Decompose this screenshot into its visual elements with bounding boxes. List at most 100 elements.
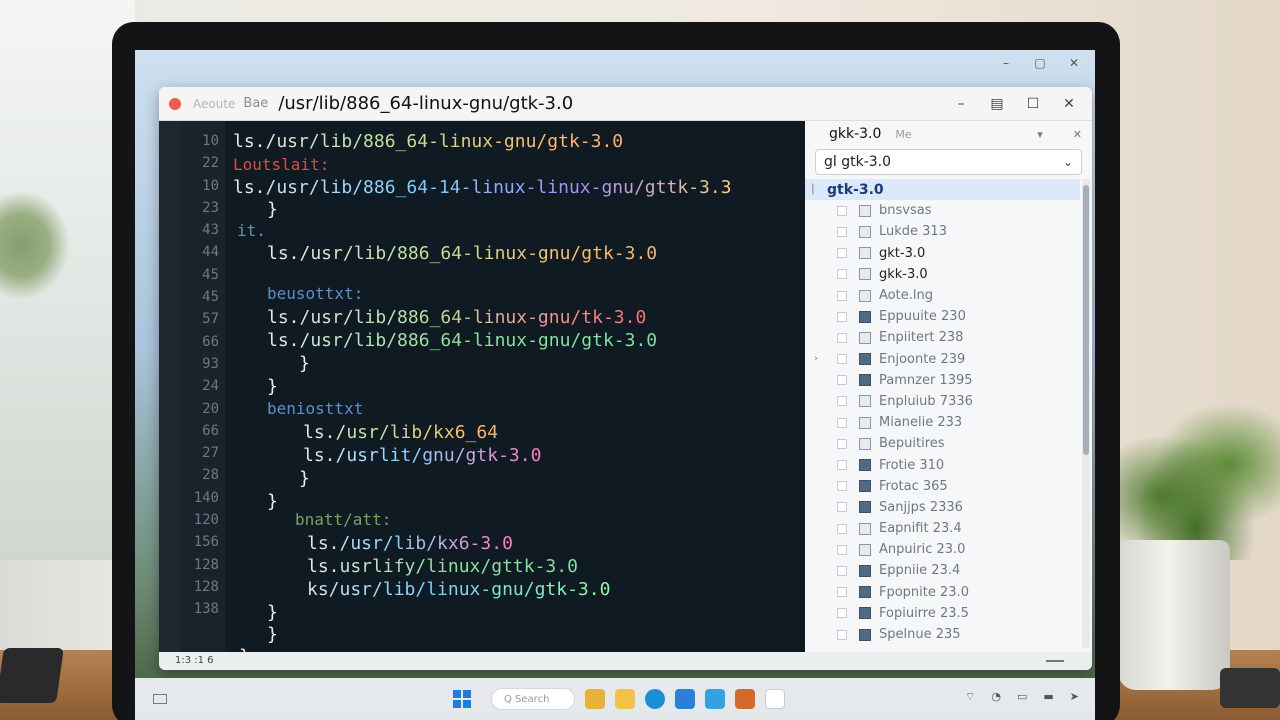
tree-checkbox[interactable]: [837, 608, 847, 619]
tree-checkbox[interactable]: [837, 396, 847, 407]
code-line[interactable]: }: [299, 353, 310, 374]
tree-checkbox[interactable]: [837, 460, 847, 471]
tree-item[interactable]: Lukde 313: [805, 221, 1080, 242]
code-line[interactable]: ks/usr/lib/linux-gnu/gtk-3.0: [307, 579, 610, 600]
panel-close-icon[interactable]: ✕: [1073, 128, 1082, 141]
tree-item[interactable]: Pamnzer 1395: [805, 370, 1080, 391]
code-line[interactable]: }: [267, 199, 278, 220]
code-line[interactable]: ls./usr/lib/886_64-linux-gnu/gtk-3.0: [267, 243, 657, 264]
code-line[interactable]: ls./usr/lib/886_64-linux-gnu/gtk-3.0: [267, 330, 657, 351]
tree-checkbox[interactable]: [837, 544, 847, 555]
tree-item[interactable]: Anpuiric 23.0: [805, 539, 1080, 560]
tree-checkbox[interactable]: [837, 248, 847, 259]
tree-item[interactable]: gkk-3.0: [805, 264, 1080, 285]
panel-scrollbar[interactable]: [1082, 179, 1090, 648]
maximize-button[interactable]: ☐: [1022, 93, 1044, 115]
tree-item[interactable]: Eppuuite 230: [805, 306, 1080, 327]
taskbar-search[interactable]: Q Search: [491, 688, 575, 710]
tree-item[interactable]: Sanjjps 2336: [805, 497, 1080, 518]
tree-item[interactable]: Enpiitert 238: [805, 327, 1080, 348]
mail-icon[interactable]: [705, 689, 725, 709]
tree-item[interactable]: Aote.lng: [805, 285, 1080, 306]
tree-checkbox[interactable]: [837, 354, 847, 365]
folder-icon[interactable]: [615, 689, 635, 709]
tree-checkbox[interactable]: [837, 502, 847, 513]
terminal-app-icon[interactable]: [735, 689, 755, 709]
code-line[interactable]: beusottxt:: [267, 284, 363, 303]
tree-checkbox[interactable]: [837, 438, 847, 449]
path-select[interactable]: gl gtk-3.0 ⌄: [815, 149, 1082, 175]
tree-item[interactable]: Bepuitires: [805, 433, 1080, 454]
code-line[interactable]: }: [299, 468, 310, 489]
minimize-icon[interactable]: –: [999, 56, 1013, 70]
tree-item[interactable]: Mianelie 233: [805, 412, 1080, 433]
code-line[interactable]: beniosttxt: [267, 399, 363, 418]
tree-item[interactable]: gkt-3.0: [805, 243, 1080, 264]
code-line[interactable]: ls./usr/lib/886_64-linux-gnu/gtk-3.0: [233, 131, 623, 152]
file-explorer-icon[interactable]: [585, 689, 605, 709]
tree-checkbox[interactable]: [837, 587, 847, 598]
code-area[interactable]: ls./usr/lib/886_64-linux-gnu/gtk-3.0 Lout…: [225, 121, 805, 670]
tree-checkbox[interactable]: [837, 481, 847, 492]
battery-icon[interactable]: ▭: [1017, 690, 1027, 704]
snap-button[interactable]: ▤: [986, 93, 1008, 115]
start-icon[interactable]: [453, 690, 471, 708]
code-line[interactable]: Loutslait:: [233, 155, 329, 174]
code-editor[interactable]: 10 22 10 23 43 44 45 45 57 66 93 24 20 66 27 28 140 120 15…: [159, 121, 805, 670]
tree-item-selected[interactable]: ▏ gtk-3.0: [805, 179, 1080, 201]
tree-item[interactable]: › Enjoonte 239: [805, 349, 1080, 370]
code-line[interactable]: ls./usr/lib/886_64-14-linux-linux-gnu/gt…: [233, 177, 732, 198]
file-icon: [859, 310, 871, 323]
settings-icon[interactable]: [765, 689, 785, 709]
tree-expander-icon[interactable]: ›: [805, 354, 827, 364]
code-line[interactable]: }: [267, 491, 278, 512]
tree-item[interactable]: Fopiuirre 23.5: [805, 603, 1080, 624]
close-dot-icon[interactable]: [169, 97, 181, 110]
tree-item[interactable]: Eapnifit 23.4: [805, 518, 1080, 539]
code-line[interactable]: }: [267, 624, 278, 645]
notification-icon[interactable]: ➤: [1070, 690, 1079, 704]
scroll-thumb[interactable]: [1083, 185, 1089, 455]
code-line[interactable]: }: [267, 376, 278, 397]
widgets-icon[interactable]: [153, 694, 167, 704]
wifi-icon[interactable]: ⌔: [965, 690, 975, 704]
tree-item[interactable]: Frotie 310: [805, 454, 1080, 475]
tree-checkbox[interactable]: [837, 226, 847, 237]
code-line[interactable]: ls./usrlit/gnu/gtk-3.0: [303, 445, 541, 466]
code-line[interactable]: ls.usrlify/linux/gttk-3.0: [307, 556, 578, 577]
tree-item[interactable]: Eppniie 23.4: [805, 560, 1080, 581]
code-line[interactable]: bnatt/att:: [295, 510, 391, 529]
tree-checkbox[interactable]: [837, 375, 847, 386]
tree-checkbox[interactable]: [837, 523, 847, 534]
tree-checkbox[interactable]: [837, 205, 847, 216]
tree-item[interactable]: Fpopnite 23.0: [805, 582, 1080, 603]
edge-icon[interactable]: [645, 689, 665, 709]
tree-checkbox[interactable]: [837, 311, 847, 322]
tree-checkbox[interactable]: [837, 565, 847, 576]
maximize-icon[interactable]: ▢: [1033, 56, 1047, 70]
code-line[interactable]: ls./usr/lib/886_64-linux-gnu/tk-3.0: [267, 307, 646, 328]
store-icon[interactable]: [675, 689, 695, 709]
dropdown-icon[interactable]: ▾: [1037, 128, 1043, 141]
tree-checkbox[interactable]: [837, 332, 847, 343]
code-line[interactable]: it.: [237, 221, 266, 240]
volume-icon[interactable]: ◔: [991, 690, 1001, 704]
tree-item[interactable]: Spelnue 235: [805, 624, 1080, 645]
tree-item[interactable]: bnsvsas: [805, 200, 1080, 221]
tree-item[interactable]: Enpluiub 7336: [805, 391, 1080, 412]
close-icon[interactable]: ✕: [1067, 56, 1081, 70]
code-line[interactable]: ls./usr/lib/kx6_64: [303, 422, 498, 443]
clock-icon[interactable]: ▬: [1043, 690, 1053, 704]
chevron-down-icon[interactable]: ⌄: [1063, 155, 1073, 169]
tree-checkbox[interactable]: [837, 269, 847, 280]
tree-checkbox[interactable]: [837, 629, 847, 640]
plant-pot: [1118, 540, 1230, 690]
close-button[interactable]: ✕: [1058, 93, 1080, 115]
tree-checkbox[interactable]: [837, 417, 847, 428]
file-icon: [859, 543, 871, 556]
tree-checkbox[interactable]: [837, 290, 847, 301]
code-line[interactable]: }: [267, 602, 278, 623]
code-line[interactable]: ls./usr/lib/kx6-3.0: [307, 533, 513, 554]
tree-item[interactable]: Frotac 365: [805, 476, 1080, 497]
minimize-button[interactable]: –: [950, 93, 972, 115]
